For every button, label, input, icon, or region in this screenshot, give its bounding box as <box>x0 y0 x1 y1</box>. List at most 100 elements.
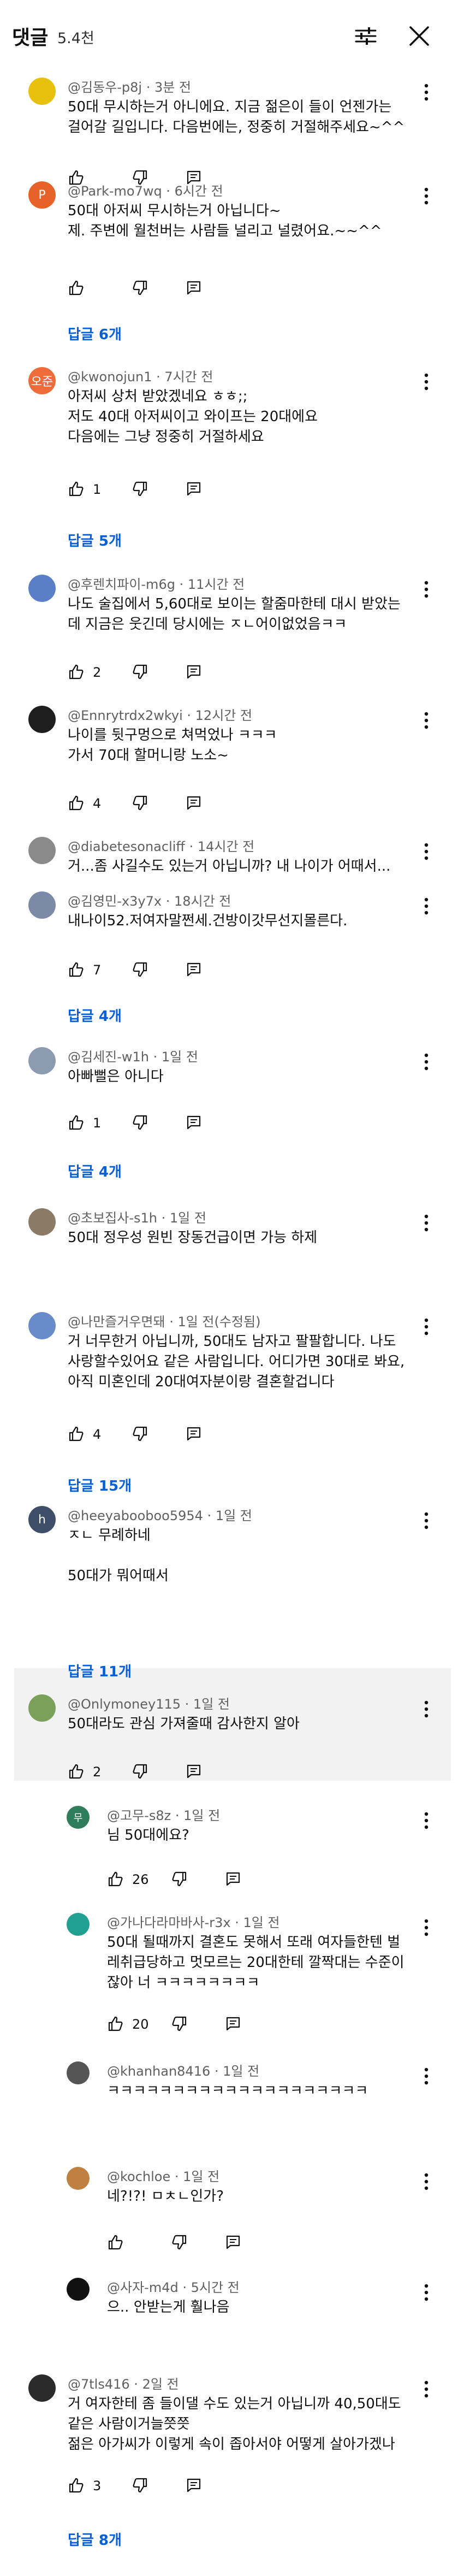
thumbs-up-icon[interactable] <box>68 1763 84 1780</box>
meta-separator: · <box>210 2064 223 2079</box>
avatar[interactable] <box>67 2278 90 2301</box>
avatar[interactable] <box>67 2061 90 2084</box>
thumbs-down-icon[interactable] <box>171 2234 188 2250</box>
reply-icon[interactable] <box>186 2477 202 2494</box>
thumbs-up-icon[interactable] <box>68 481 84 497</box>
kebab-menu-icon[interactable] <box>424 1511 429 1530</box>
close-icon[interactable] <box>407 24 431 48</box>
avatar[interactable] <box>28 891 56 919</box>
thumbs-up-icon[interactable] <box>68 1114 84 1131</box>
avatar[interactable] <box>28 1694 56 1722</box>
thumbs-down-icon[interactable] <box>132 664 148 680</box>
thumbs-down-icon[interactable] <box>132 280 148 296</box>
thumbs-up-icon[interactable] <box>68 795 84 811</box>
comment-author[interactable]: @Ennrytrdx2wkyi <box>68 708 183 723</box>
kebab-menu-icon[interactable] <box>424 2172 429 2191</box>
avatar[interactable]: 오준 <box>28 367 56 394</box>
kebab-menu-icon[interactable] <box>424 1811 429 1830</box>
kebab-menu-icon[interactable] <box>424 83 429 102</box>
kebab-menu-icon[interactable] <box>424 2067 429 2085</box>
comment-author[interactable]: @후렌치파이-m6g <box>68 577 175 592</box>
thumbs-up-icon[interactable] <box>68 280 84 296</box>
kebab-menu-icon[interactable] <box>424 580 429 599</box>
kebab-menu-icon[interactable] <box>424 1214 429 1232</box>
comment-author[interactable]: @kwonojun1 <box>68 369 152 385</box>
view-replies-link[interactable]: 답글 4개 <box>68 1005 122 1025</box>
kebab-menu-icon[interactable] <box>424 1053 429 1071</box>
reply-icon[interactable] <box>186 1426 202 1442</box>
kebab-menu-icon[interactable] <box>424 897 429 915</box>
avatar[interactable] <box>28 837 56 864</box>
view-replies-link[interactable]: 답글 6개 <box>68 323 122 344</box>
kebab-menu-icon[interactable] <box>424 1317 429 1336</box>
avatar[interactable] <box>28 78 56 105</box>
comment-author[interactable]: @heeyabooboo5954 <box>68 1508 203 1523</box>
reply-icon[interactable] <box>186 1763 202 1780</box>
kebab-menu-icon[interactable] <box>424 373 429 391</box>
comment-author[interactable]: @khanhan8416 <box>107 2064 210 2079</box>
thumbs-down-icon[interactable] <box>171 1871 188 1887</box>
thumbs-up-icon[interactable] <box>68 2477 84 2494</box>
thumbs-up-icon[interactable] <box>107 2016 123 2032</box>
comment-author[interactable]: @Park-mo7wq <box>68 184 162 199</box>
reply-icon[interactable] <box>186 795 202 811</box>
reply-icon[interactable] <box>225 2234 241 2250</box>
reply-icon[interactable] <box>186 664 202 680</box>
view-replies-link[interactable]: 답글 5개 <box>68 530 122 550</box>
comment-author[interactable]: @diabetesonacliff <box>68 839 185 854</box>
avatar[interactable]: P <box>28 181 56 209</box>
avatar[interactable] <box>67 2167 90 2190</box>
view-replies-link[interactable]: 답글 11개 <box>68 1661 132 1681</box>
kebab-menu-icon[interactable] <box>424 842 429 861</box>
thumbs-down-icon[interactable] <box>132 2477 148 2494</box>
kebab-menu-icon[interactable] <box>424 2380 429 2398</box>
thumbs-up-icon[interactable] <box>68 961 84 978</box>
comment-author[interactable]: @7tls416 <box>68 2377 130 2392</box>
thumbs-down-icon[interactable] <box>171 2016 188 2032</box>
avatar[interactable]: h <box>28 1506 56 1533</box>
thumbs-down-icon[interactable] <box>132 1426 148 1442</box>
sliders-icon[interactable] <box>354 24 378 48</box>
thumbs-up-icon[interactable] <box>68 1426 84 1442</box>
avatar[interactable] <box>28 706 56 733</box>
thumbs-up-icon[interactable] <box>107 2234 123 2250</box>
reply-icon[interactable] <box>186 1114 202 1131</box>
comment-author[interactable]: @고무-s8z <box>107 1808 171 1823</box>
avatar[interactable] <box>28 1047 56 1074</box>
view-replies-link[interactable]: 답글 8개 <box>68 2529 122 2549</box>
thumbs-down-icon[interactable] <box>132 481 148 497</box>
avatar[interactable] <box>28 575 56 602</box>
comment-author[interactable]: @초보집사-s1h <box>68 1210 157 1226</box>
avatar[interactable] <box>67 1913 90 1936</box>
thumbs-down-icon[interactable] <box>132 795 148 811</box>
kebab-menu-icon[interactable] <box>424 1918 429 1937</box>
comment-author[interactable]: @사자-m4d <box>107 2280 179 2295</box>
comment-author[interactable]: @김동우-p8j <box>68 80 142 95</box>
reply-icon[interactable] <box>186 961 202 978</box>
comment-author[interactable]: @kochloe <box>107 2169 170 2184</box>
avatar[interactable]: 무 <box>67 1806 90 1829</box>
comment-author[interactable]: @나만즐거우면돼 <box>68 1314 165 1330</box>
comment-author[interactable]: @Onlymoney115 <box>68 1697 181 1712</box>
thumbs-down-icon[interactable] <box>132 961 148 978</box>
kebab-menu-icon[interactable] <box>424 2283 429 2302</box>
avatar[interactable] <box>28 2374 56 2402</box>
thumbs-up-icon[interactable] <box>68 664 84 680</box>
thumbs-down-icon[interactable] <box>132 1114 148 1131</box>
reply-icon[interactable] <box>225 1871 241 1887</box>
kebab-menu-icon[interactable] <box>424 1700 429 1718</box>
reply-icon[interactable] <box>225 2016 241 2032</box>
kebab-menu-icon[interactable] <box>424 711 429 730</box>
avatar[interactable] <box>28 1312 56 1339</box>
reply-icon[interactable] <box>186 280 202 296</box>
reply-icon[interactable] <box>186 481 202 497</box>
comment-author[interactable]: @김세진-w1h <box>68 1049 149 1065</box>
thumbs-down-icon[interactable] <box>132 1763 148 1780</box>
kebab-menu-icon[interactable] <box>424 187 429 205</box>
thumbs-up-icon[interactable] <box>107 1871 123 1887</box>
avatar[interactable] <box>28 1208 56 1236</box>
view-replies-link[interactable]: 답글 4개 <box>68 1161 122 1181</box>
comment-author[interactable]: @김영민-x3y7x <box>68 894 162 909</box>
view-replies-link[interactable]: 답글 15개 <box>68 1475 132 1495</box>
comment-author[interactable]: @가나다라마바사-r3x <box>107 1915 231 1930</box>
